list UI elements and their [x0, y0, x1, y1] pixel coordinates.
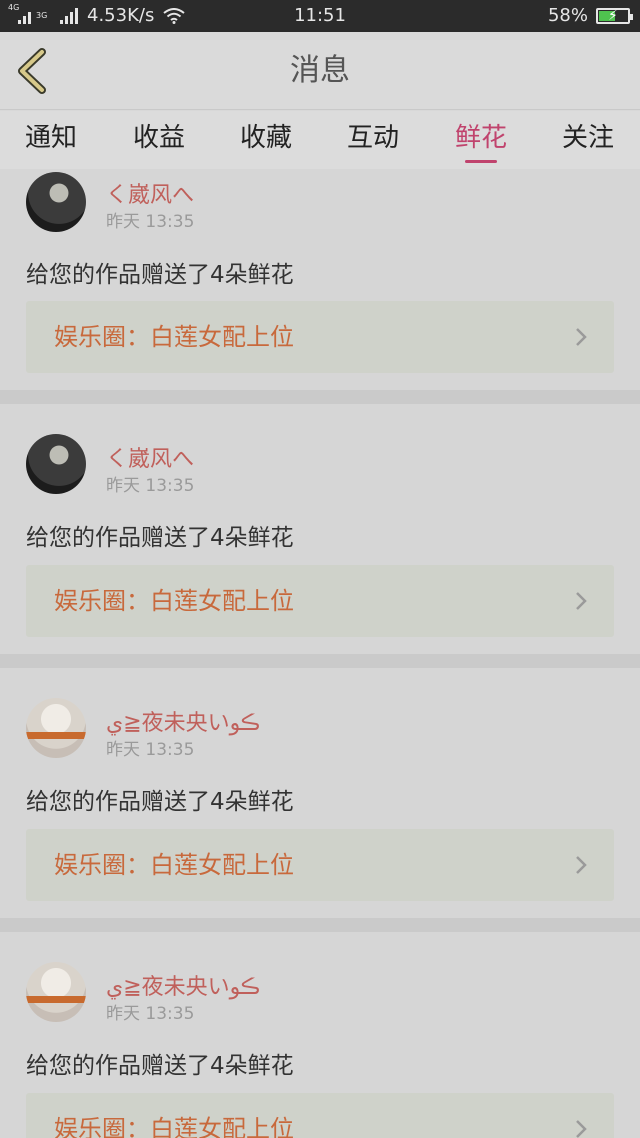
work-link-label: 娱乐圈：白莲女配上位 [54, 323, 294, 351]
clock: 11:51 [294, 5, 346, 26]
message-text: 给您的作品赠送了4朵鲜花 [26, 262, 294, 288]
avatar[interactable] [26, 434, 86, 494]
tab-flowers[interactable]: 鲜花 [431, 111, 531, 169]
tab-label: 鲜花 [454, 123, 507, 153]
tab-notice[interactable]: 通知 [1, 111, 101, 169]
avatar[interactable] [26, 962, 86, 1022]
username[interactable]: ي≧夜未央いڪو [106, 705, 260, 737]
username[interactable]: く崴风へ [106, 441, 194, 473]
message-card: ي≧夜未央いڪو 昨天 13:35 给您的作品赠送了4朵鲜花 娱乐圈：白莲女配上… [0, 668, 640, 918]
tab-interaction[interactable]: 互动 [323, 111, 423, 169]
message-time: 昨天 13:35 [106, 1004, 195, 1024]
status-right: 58% ⚡ [547, 0, 633, 32]
username[interactable]: ي≧夜未央いڪو [106, 969, 260, 1001]
work-link-label: 娱乐圈：白莲女配上位 [54, 1115, 294, 1138]
header: 消息 [0, 32, 640, 110]
username[interactable]: く崴风へ [106, 177, 194, 209]
tab-earnings[interactable]: 收益 [109, 111, 209, 169]
message-card: く崴风へ 昨天 13:35 给您的作品赠送了4朵鲜花 娱乐圈：白莲女配上位 [0, 169, 640, 390]
avatar[interactable] [26, 698, 86, 758]
work-link[interactable]: 娱乐圈：白莲女配上位 [26, 565, 614, 637]
battery-percent: 58% [547, 5, 588, 26]
chevron-right-icon [576, 856, 587, 874]
avatar[interactable] [26, 172, 86, 232]
chevron-right-icon [576, 592, 587, 610]
chevron-right-icon [576, 328, 587, 346]
work-link[interactable]: 娱乐圈：白莲女配上位 [26, 301, 614, 373]
message-time: 昨天 13:35 [106, 212, 195, 232]
message-card: く崴风へ 昨天 13:35 给您的作品赠送了4朵鲜花 娱乐圈：白莲女配上位 [0, 404, 640, 654]
tab-favorites[interactable]: 收藏 [216, 111, 316, 169]
divider [0, 918, 640, 932]
divider [0, 654, 640, 668]
work-link-label: 娱乐圈：白莲女配上位 [54, 851, 294, 879]
work-link[interactable]: 娱乐圈：白莲女配上位 [26, 829, 614, 901]
message-text: 给您的作品赠送了4朵鲜花 [26, 525, 294, 551]
tab-label: 收藏 [239, 123, 292, 153]
message-text: 给您的作品赠送了4朵鲜花 [26, 789, 294, 815]
work-link-label: 娱乐圈：白莲女配上位 [54, 587, 294, 615]
tab-bar: 通知 收益 收藏 互动 鲜花 关注 [0, 111, 640, 169]
tab-label: 互动 [346, 123, 399, 153]
chevron-right-icon [576, 1120, 587, 1138]
tab-follow[interactable]: 关注 [538, 111, 638, 169]
message-card: ي≧夜未央いڪو 昨天 13:35 给您的作品赠送了4朵鲜花 娱乐圈：白莲女配上… [0, 932, 640, 1138]
message-time: 昨天 13:35 [106, 476, 195, 496]
tab-label: 通知 [24, 123, 77, 153]
message-text: 给您的作品赠送了4朵鲜花 [26, 1053, 294, 1079]
status-bar: 4G 3G 4.53K/s 11:51 58% ⚡ [0, 0, 640, 32]
battery-charging-icon: ⚡ [596, 8, 633, 24]
tab-label: 收益 [132, 123, 185, 153]
message-time: 昨天 13:35 [106, 740, 195, 760]
page-title: 消息 [290, 53, 350, 88]
tab-label: 关注 [561, 123, 614, 153]
divider [0, 390, 640, 404]
active-tab-indicator [465, 160, 497, 163]
work-link[interactable]: 娱乐圈：白莲女配上位 [26, 1093, 614, 1138]
